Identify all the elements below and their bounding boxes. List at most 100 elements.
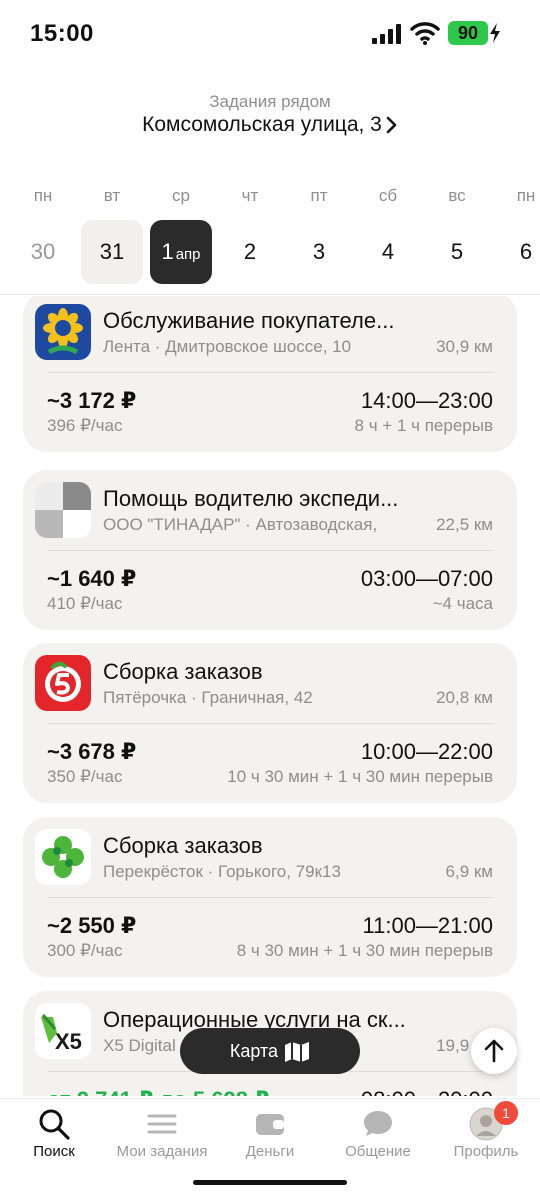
scroll-to-top-button[interactable] bbox=[471, 1028, 517, 1074]
job-title: Сборка заказов bbox=[103, 659, 263, 684]
job-pay: ~3 678 ₽ bbox=[47, 739, 137, 764]
calendar-day[interactable]: вс 5 bbox=[426, 180, 488, 284]
job-title: Обслуживание покупателе... bbox=[103, 308, 395, 333]
wifi-icon bbox=[410, 22, 440, 45]
address-label: Комсомольская улица, 3 bbox=[142, 113, 382, 136]
calendar-day[interactable]: чт 2 bbox=[219, 180, 281, 284]
month-label: апр bbox=[175, 246, 201, 263]
header-divider bbox=[0, 294, 540, 295]
job-hours: 03:00—07:00 bbox=[360, 566, 493, 591]
address-selector[interactable]: Комсомольская улица, 3 bbox=[0, 113, 540, 137]
job-duration: ~4 часа bbox=[432, 594, 493, 613]
svg-text:X5: X5 bbox=[55, 1029, 82, 1054]
battery-indicator: 90 bbox=[448, 21, 488, 45]
job-employer: Перекрёсток · Горького, 79к13 bbox=[103, 862, 341, 881]
tab-label: Мои задания bbox=[116, 1143, 208, 1160]
tab-my-tasks[interactable]: Мои задания bbox=[108, 1107, 216, 1160]
calendar-day[interactable]: пн 30 bbox=[12, 180, 74, 284]
job-duration: 8 ч + 1 ч перерыв bbox=[354, 416, 493, 435]
home-indicator bbox=[193, 1180, 347, 1185]
tab-label: Общение bbox=[345, 1143, 411, 1160]
weekday-label: пт bbox=[310, 186, 328, 205]
job-rate: 350 ₽/час bbox=[47, 767, 123, 786]
chevron-right-icon bbox=[386, 117, 397, 134]
charging-bolt-icon bbox=[490, 23, 500, 43]
perekrestok-clover-logo bbox=[35, 829, 91, 885]
calendar-day-selected[interactable]: ср 1 апр bbox=[150, 180, 212, 284]
job-pay: ~3 172 ₽ bbox=[47, 388, 137, 413]
chat-bubble-icon bbox=[364, 1111, 392, 1136]
job-pay: ~1 640 ₽ bbox=[47, 566, 137, 591]
job-rate: 396 ₽/час bbox=[47, 416, 123, 435]
day-number: 31 bbox=[81, 220, 143, 284]
tab-label: Профиль bbox=[453, 1143, 519, 1160]
job-distance: 20,8 км bbox=[436, 688, 493, 707]
wallet-icon bbox=[256, 1114, 284, 1135]
tab-label: Деньги bbox=[245, 1143, 295, 1160]
weekday-label: сб bbox=[378, 186, 398, 205]
job-list: Обслуживание покупателе... Лента · Дмитр… bbox=[0, 296, 540, 1096]
date-strip: пн 30 вт 31 ср 1 апр чт 2 пт 3 сб 4 вс 5 … bbox=[0, 180, 540, 290]
job-duration: 10 ч 30 мин + 1 ч 30 мин перерыв bbox=[227, 767, 493, 786]
job-title: Помощь водителю экспеди... bbox=[103, 486, 399, 511]
tab-money[interactable]: Деньги bbox=[216, 1107, 324, 1160]
job-distance: 30,9 км bbox=[436, 337, 493, 356]
status-bar: 15:00 90 bbox=[0, 0, 540, 70]
calendar-day[interactable]: сб 4 bbox=[357, 180, 419, 284]
job-title: Сборка заказов bbox=[103, 833, 263, 858]
tab-label: Поиск bbox=[33, 1143, 75, 1160]
job-employer: Пятёрочка · Граничная, 42 bbox=[103, 688, 313, 707]
pyaterochka-logo bbox=[35, 655, 91, 711]
day-number: 30 bbox=[30, 239, 56, 264]
job-rate: 300 ₽/час bbox=[47, 941, 123, 960]
day-number: 5 bbox=[450, 239, 464, 264]
job-pay: от 2 741 ₽ до 5 698 ₽ bbox=[47, 1087, 269, 1096]
status-time: 15:00 bbox=[30, 20, 94, 47]
card-divider bbox=[47, 723, 493, 724]
tab-chat[interactable]: Общение bbox=[324, 1107, 432, 1160]
tinadar-checker-logo bbox=[35, 482, 91, 538]
day-number: 3 bbox=[312, 239, 326, 264]
job-distance: 6,9 км bbox=[445, 862, 493, 881]
weekday-label: вс bbox=[448, 186, 466, 205]
job-card[interactable]: Сборка заказов Перекрёсток · Горького, 7… bbox=[23, 817, 517, 977]
map-icon bbox=[285, 1042, 310, 1063]
profile-notification-badge: 1 bbox=[494, 1101, 518, 1125]
job-distance: 22,5 км bbox=[436, 515, 493, 534]
job-card[interactable]: Сборка заказов Пятёрочка · Граничная, 42… bbox=[23, 643, 517, 803]
job-employer: ООО "ТИНАДАР" · Автозаводская, bbox=[103, 515, 378, 534]
header-subtitle: Задания рядом bbox=[209, 92, 331, 111]
calendar-day[interactable]: пт 3 bbox=[288, 180, 350, 284]
job-duration: 8 ч 30 мин + 1 ч 30 мин перерыв bbox=[236, 941, 493, 960]
day-number: 2 bbox=[243, 239, 257, 264]
job-hours: 08:00—20:00 bbox=[361, 1087, 493, 1096]
map-button[interactable]: Карта bbox=[180, 1028, 360, 1074]
weekday-label: вт bbox=[103, 186, 121, 205]
day-number: 4 bbox=[381, 239, 395, 264]
search-icon bbox=[39, 1109, 70, 1140]
x5-logo: X5 bbox=[35, 1003, 91, 1059]
weekday-label: пн bbox=[33, 186, 53, 205]
job-rate: 410 ₽/час bbox=[47, 594, 123, 613]
arrow-up-icon bbox=[484, 1039, 504, 1063]
calendar-day[interactable]: пн 6 bbox=[495, 180, 540, 284]
weekday-label: чт bbox=[241, 186, 259, 205]
job-card[interactable]: Обслуживание покупателе... Лента · Дмитр… bbox=[23, 296, 517, 452]
job-card[interactable]: Помощь водителю экспеди... ООО "ТИНАДАР"… bbox=[23, 470, 517, 630]
job-pay: ~2 550 ₽ bbox=[47, 913, 137, 938]
map-button-label: Карта bbox=[229, 1041, 279, 1061]
cellular-signal-icon bbox=[372, 24, 404, 44]
lenta-sunflower-logo bbox=[35, 304, 91, 360]
calendar-day[interactable]: вт 31 bbox=[81, 180, 143, 284]
weekday-label: ср bbox=[172, 186, 190, 205]
tab-profile[interactable]: Профиль bbox=[432, 1107, 540, 1160]
list-icon bbox=[147, 1114, 177, 1134]
day-number: 1 bbox=[161, 239, 174, 264]
job-employer: Лента · Дмитровское шоссе, 10 bbox=[103, 337, 352, 356]
job-hours: 11:00—21:00 bbox=[362, 913, 493, 938]
card-divider bbox=[47, 897, 493, 898]
tab-search[interactable]: Поиск bbox=[0, 1107, 108, 1160]
day-number: 6 bbox=[519, 239, 533, 264]
weekday-label: пн bbox=[516, 186, 536, 205]
job-hours: 14:00—23:00 bbox=[360, 388, 493, 413]
